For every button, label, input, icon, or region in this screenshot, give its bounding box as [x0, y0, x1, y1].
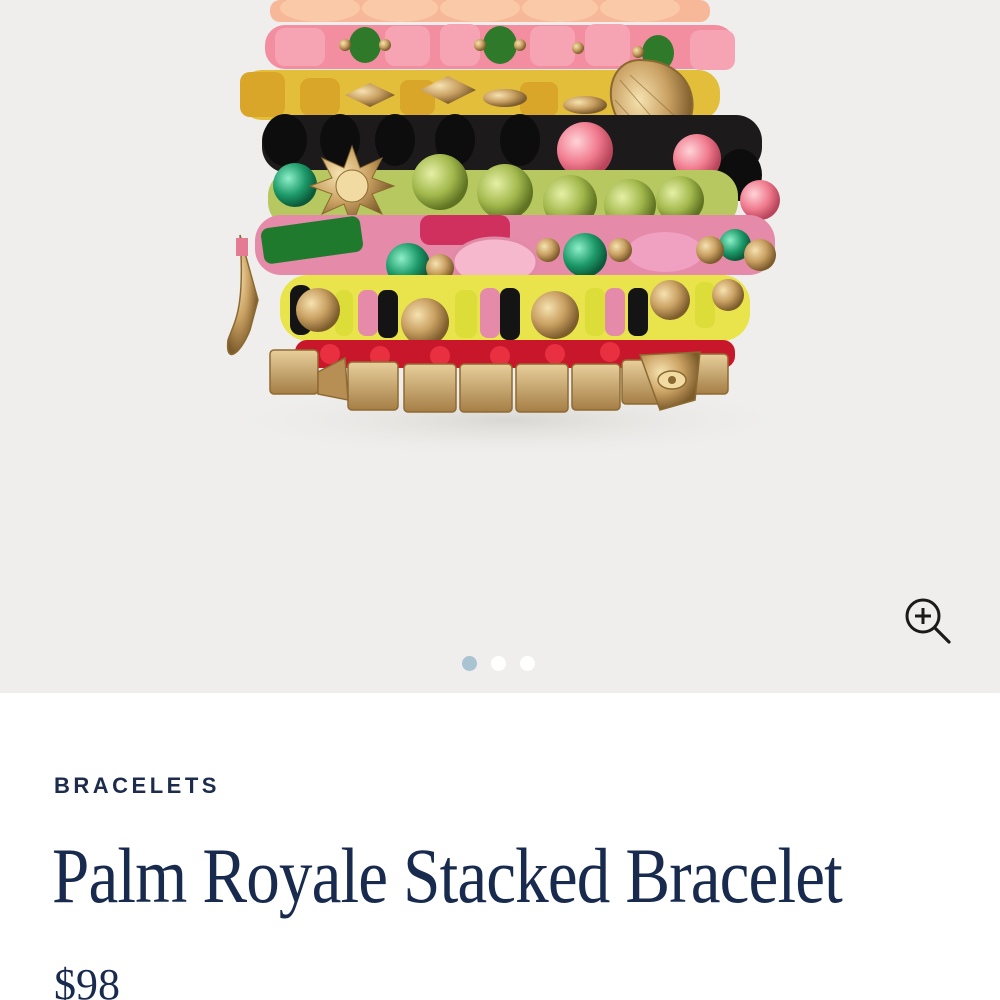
slide-dot-2[interactable]: [491, 656, 506, 671]
slide-dot-3[interactable]: [520, 656, 535, 671]
product-title: Palm Royale Stacked Bracelet: [52, 832, 843, 919]
product-info: BRACELETS Palm Royale Stacked Bracelet $…: [0, 693, 1000, 1000]
product-photo[interactable]: [0, 0, 1000, 693]
slide-indicator: [462, 656, 535, 671]
product-price: $98: [54, 960, 120, 1000]
product-image-gallery[interactable]: [0, 0, 1000, 693]
zoom-button[interactable]: [887, 580, 967, 660]
product-page: BRACELETS Palm Royale Stacked Bracelet $…: [0, 0, 1000, 1000]
product-category-link[interactable]: BRACELETS: [54, 773, 220, 799]
slide-dot-1[interactable]: [462, 656, 477, 671]
zoom-in-icon: [905, 598, 951, 644]
